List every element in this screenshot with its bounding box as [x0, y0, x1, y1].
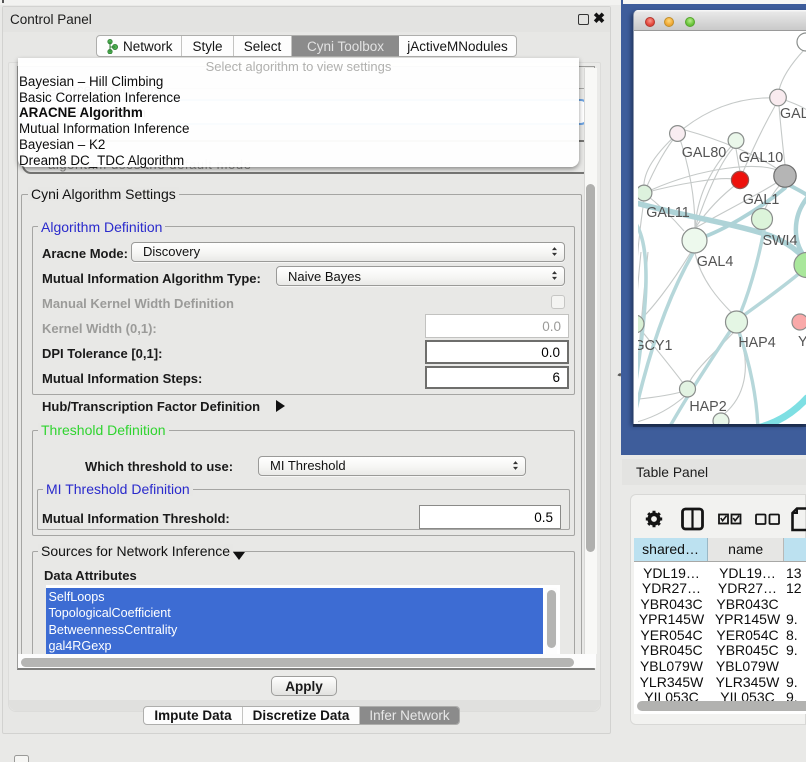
svg-text:GCY1: GCY1 — [638, 338, 673, 354]
svg-text:GAL11: GAL11 — [646, 205, 689, 221]
svg-text:GAL4: GAL4 — [697, 254, 734, 270]
svg-text:HAP4: HAP4 — [738, 335, 775, 351]
svg-text:GAL10: GAL10 — [739, 150, 784, 166]
svg-text:GAL2: GAL2 — [780, 106, 806, 122]
svg-text:GAL80: GAL80 — [682, 145, 727, 161]
svg-text:YM: YM — [798, 334, 806, 350]
svg-text:HAP2: HAP2 — [689, 399, 726, 415]
svg-text:SWI4: SWI4 — [763, 233, 798, 249]
svg-text:GAL1: GAL1 — [743, 192, 780, 208]
